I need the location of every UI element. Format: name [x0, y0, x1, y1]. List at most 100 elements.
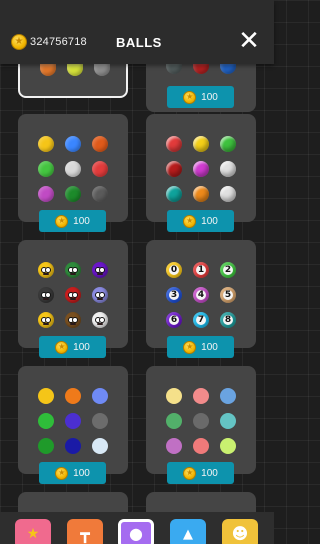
- ball-swatch: [92, 186, 108, 202]
- ball-number: 7: [196, 314, 206, 325]
- ball-swatch: [193, 413, 209, 429]
- ball-swatch: [166, 388, 182, 404]
- price-button[interactable]: ★ 100: [167, 210, 234, 232]
- ball-swatch: [166, 438, 182, 454]
- star-icon: ★: [26, 526, 40, 542]
- ball-icon: ●: [129, 524, 143, 543]
- tab-mountains[interactable]: ▲: [170, 519, 206, 544]
- coin-icon: ★: [183, 214, 197, 228]
- tab-ball[interactable]: ●: [118, 519, 154, 544]
- price-label: 100: [73, 215, 90, 227]
- ball-swatch: [166, 136, 182, 152]
- price-button[interactable]: ★ 100: [167, 86, 234, 108]
- number-ball: 4: [193, 287, 209, 303]
- price-label: 100: [73, 341, 90, 353]
- monster-face-icon: [38, 312, 54, 328]
- ball-swatch: [220, 186, 236, 202]
- coin-icon: ★: [183, 466, 197, 480]
- tab-character[interactable]: ☻: [222, 519, 258, 544]
- ball-swatch: [193, 438, 209, 454]
- coin-icon: ★: [183, 340, 197, 354]
- ball-swatch: [92, 413, 108, 429]
- monster-face-icon: [92, 312, 108, 328]
- ball-swatch: [220, 438, 236, 454]
- price-label: 100: [73, 467, 90, 479]
- price-button[interactable]: ★ 100: [167, 462, 234, 484]
- number-ball: 5: [220, 287, 236, 303]
- ball-swatch: [193, 136, 209, 152]
- ball-grid: 0 1 2 3 4 5 6 7 8: [146, 262, 256, 328]
- skin-card-classic[interactable]: ★ 100: [18, 114, 128, 232]
- ball-number: 4: [196, 289, 206, 300]
- ball-swatch: [166, 413, 182, 429]
- ball-swatch: [166, 186, 182, 202]
- monster-face-icon: [65, 312, 81, 328]
- ball-swatch: [92, 388, 108, 404]
- skin-card-numbers[interactable]: 0 1 2 3 4 5 6 7 8 ★ 100: [146, 240, 256, 358]
- ball-number: 1: [196, 264, 206, 275]
- monster-face-icon: [38, 287, 54, 303]
- ball-number: 0: [169, 264, 179, 275]
- tab-skittle[interactable]: ┳: [67, 519, 103, 544]
- number-ball: 8: [220, 312, 236, 328]
- ball-swatch: [38, 438, 54, 454]
- ball-number: 5: [223, 289, 233, 300]
- ball-grid: [18, 262, 128, 328]
- ball-swatch: [38, 388, 54, 404]
- ball-number: 2: [223, 264, 233, 275]
- ball-swatch: [92, 136, 108, 152]
- skin-card-glossy[interactable]: ★ 100: [146, 114, 256, 232]
- skin-card-pastel[interactable]: ★ 100: [146, 366, 256, 484]
- ball-row: [20, 64, 130, 76]
- price-button[interactable]: ★ 100: [39, 210, 106, 232]
- coin-balance: 324756718: [30, 36, 87, 48]
- ball-swatch: [38, 136, 54, 152]
- price-button[interactable]: ★ 100: [167, 336, 234, 358]
- price-button[interactable]: ★ 100: [39, 462, 106, 484]
- coin-icon: ★: [55, 214, 69, 228]
- ball-swatch: [38, 413, 54, 429]
- ball-swatch: [38, 161, 54, 177]
- ball-swatch: [193, 161, 209, 177]
- ball-swatch: [65, 136, 81, 152]
- ball-grid: [18, 136, 128, 202]
- ball-swatch: [220, 136, 236, 152]
- monster-face-icon: [38, 262, 54, 278]
- skin-card-mixed[interactable]: ★ 100: [18, 366, 128, 484]
- ball-swatch: [166, 161, 182, 177]
- ball-number: 8: [223, 314, 233, 325]
- monster-face-icon: [92, 287, 108, 303]
- ball-number: 6: [169, 314, 179, 325]
- monster-face-icon: [92, 262, 108, 278]
- price-label: 100: [201, 467, 218, 479]
- tab-star[interactable]: ★: [15, 519, 51, 544]
- skin-card-monsters[interactable]: ★ 100: [18, 240, 128, 358]
- ball-swatch: [65, 388, 81, 404]
- price-label: 100: [201, 341, 218, 353]
- monster-face-icon: [65, 287, 81, 303]
- ball-swatch: [220, 413, 236, 429]
- monster-face-icon: [65, 262, 81, 278]
- ball-swatch: [193, 388, 209, 404]
- page-title: BALLS: [116, 35, 162, 50]
- number-ball: 6: [166, 312, 182, 328]
- coin-icon: ★: [55, 340, 69, 354]
- coin-icon: ★: [183, 90, 197, 104]
- number-ball: 3: [166, 287, 182, 303]
- skittle-icon: ┳: [80, 524, 90, 543]
- ball-grid: [18, 388, 128, 454]
- skin-card-top-right[interactable]: ★ 100: [146, 62, 256, 112]
- header-bar: ★ 324756718 BALLS ✕: [0, 0, 274, 64]
- skin-card-top-left[interactable]: [18, 62, 128, 98]
- category-tab-bar: ★ ┳ ● ▲ ☻: [0, 512, 274, 544]
- number-ball: 7: [193, 312, 209, 328]
- close-button[interactable]: ✕: [234, 26, 264, 56]
- price-label: 100: [201, 91, 218, 103]
- ball-swatch: [193, 186, 209, 202]
- ball-number: 3: [169, 289, 179, 300]
- ball-grid: [146, 136, 256, 202]
- price-button[interactable]: ★ 100: [39, 336, 106, 358]
- ball-swatch: [40, 64, 56, 76]
- number-ball: 2: [220, 262, 236, 278]
- mountains-icon: ▲: [183, 526, 193, 542]
